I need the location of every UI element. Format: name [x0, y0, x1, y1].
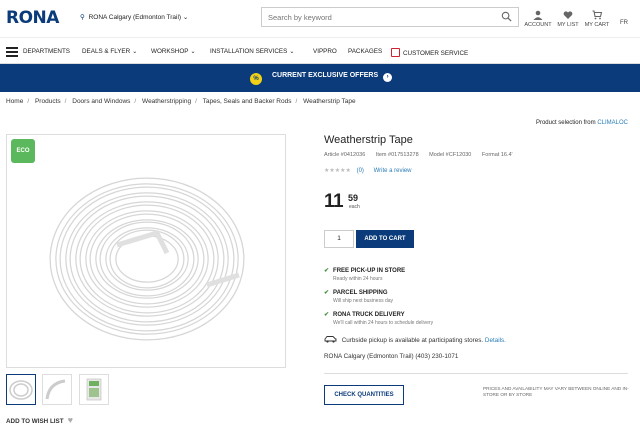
truck-sub: We'll call within 24 hours to schedule d… [333, 320, 434, 326]
my-list-label: MY LIST [557, 22, 579, 28]
nav-installation-label: INSTALLATION SERVICES [210, 48, 288, 55]
customer-service-icon [391, 48, 400, 57]
search-input[interactable] [262, 8, 492, 26]
thumbnail-1[interactable] [6, 374, 36, 405]
shipping-option-pickup: ✔ FREE PICK-UP IN STORE Ready within 24 h… [324, 267, 405, 282]
price-disclaimer: Prices and availability may vary between… [483, 386, 629, 398]
chevron-down-icon: ⌄ [190, 49, 196, 55]
nav-workshop[interactable]: WORKSHOP ⌄ [151, 48, 195, 55]
check-icon: ✔ [324, 268, 330, 274]
quantity-input[interactable]: 1 [324, 230, 354, 248]
product-selection-note: Product selection from CLIMALOC [536, 120, 628, 126]
price: 11 59 each [324, 191, 360, 213]
my-list-button[interactable]: MY LIST [554, 10, 582, 28]
add-to-cart-button[interactable]: ADD TO CART [356, 230, 414, 248]
check-quantities-button[interactable]: CHECK QUANTITIES [324, 385, 404, 405]
thumbnail-2[interactable] [42, 374, 72, 405]
parcel-sub: Will ship next business day [333, 298, 394, 304]
thumbnail-3[interactable] [79, 374, 109, 405]
chevron-down-icon: ⌄ [289, 49, 295, 55]
strip-thumbnail [45, 379, 66, 400]
parcel-title: PARCEL SHIPPING [333, 290, 388, 296]
format-value: Format 16.4' [481, 152, 513, 158]
nav-deals[interactable]: DEALS & FLYER ⌄ [82, 48, 137, 55]
weatherstrip-coil-image [49, 177, 245, 341]
search-box [261, 7, 519, 27]
offers-banner[interactable]: % CURRENT EXCLUSIVE OFFERS › [0, 64, 640, 92]
account-button[interactable]: ACCOUNT [524, 10, 552, 28]
model-number: Model #CF12030 [429, 152, 472, 158]
rating: ★★★★★ (0) Write a review [324, 167, 412, 174]
wish-list-label: ADD TO WISH LIST [6, 418, 64, 425]
my-cart-label: MY CART [584, 22, 610, 28]
nav-deals-label: DEALS & FLYER [82, 48, 131, 55]
offer-tag-icon: % [250, 73, 262, 85]
product-image[interactable]: ECO [6, 134, 286, 368]
location-pin-icon: ⚲ [80, 14, 85, 21]
product-meta: Article #0412036 Item #017513278 Model #… [324, 152, 522, 158]
write-review-link[interactable]: Write a review [374, 168, 412, 174]
check-icon: ✔ [324, 312, 330, 318]
selection-brand-link[interactable]: CLIMALOC [597, 120, 628, 126]
heart-icon [563, 11, 573, 19]
selection-text: Product selection from [535, 120, 596, 126]
top-header: RONA ⚲ RONA Calgary (Edmonton Trail) ⌄ A… [0, 0, 640, 38]
package-thumbnail [86, 378, 102, 401]
breadcrumb-current: Weatherstrip Tape [303, 98, 356, 105]
breadcrumb-products[interactable]: Products [35, 98, 61, 105]
arrow-right-icon: › [383, 73, 393, 82]
coil-thumbnail [9, 380, 33, 400]
product-title: Weatherstrip Tape [324, 134, 413, 146]
car-icon [324, 336, 337, 343]
offers-banner-text: CURRENT EXCLUSIVE OFFERS [271, 72, 379, 79]
user-icon [533, 10, 543, 20]
nav-customer-service[interactable]: CUSTOMER SERVICE [391, 48, 468, 57]
nav-vippro[interactable]: VIPPRO [313, 48, 337, 55]
pickup-title: FREE PICK-UP IN STORE [333, 268, 406, 274]
heart-icon: ♥ [67, 415, 73, 425]
offers-banner-content: % CURRENT EXCLUSIVE OFFERS › [250, 72, 393, 85]
rona-logo[interactable]: RONA [6, 8, 59, 28]
nav-packages[interactable]: PACKAGES [348, 48, 382, 55]
article-number: Article #0412036 [324, 152, 366, 158]
store-info: RONA Calgary (Edmonton Trail) (403) 230-… [324, 353, 459, 360]
account-label: ACCOUNT [524, 22, 552, 28]
chevron-down-icon: ⌄ [132, 49, 138, 55]
divider [324, 373, 628, 374]
check-icon: ✔ [324, 290, 330, 296]
pickup-sub: Ready within 24 hours [333, 276, 383, 282]
chevron-down-icon: ⌄ [182, 14, 189, 21]
price-cents: 59 [348, 193, 359, 203]
curbside-details-link[interactable]: Details. [485, 337, 506, 344]
item-number: Item #017513278 [375, 152, 419, 158]
my-cart-button[interactable]: MY CART [583, 10, 611, 28]
price-unit: each [349, 204, 360, 210]
store-name: RONA Calgary (Edmonton Trail) [88, 14, 182, 21]
language-toggle[interactable]: FR [620, 20, 628, 26]
nav-installation[interactable]: INSTALLATION SERVICES ⌄ [210, 48, 294, 55]
truck-title: RONA TRUCK DELIVERY [333, 312, 405, 318]
store-selector[interactable]: ⚲ RONA Calgary (Edmonton Trail) ⌄ [80, 13, 188, 21]
shipping-option-truck: ✔ RONA TRUCK DELIVERY We'll call within 2… [324, 311, 433, 326]
breadcrumb-doors-windows[interactable]: Doors and Windows [72, 98, 130, 105]
shipping-option-parcel: ✔ PARCEL SHIPPING Will ship next business… [324, 289, 393, 304]
nav-workshop-label: WORKSHOP [151, 48, 189, 55]
breadcrumb-home[interactable]: Home [6, 98, 23, 105]
curbside-text: Curbside pickup is available at particip… [341, 337, 484, 344]
main-nav: DEPARTMENTS DEALS & FLYER ⌄ WORKSHOP ⌄ INS… [0, 38, 640, 64]
curbside-pickup: Curbside pickup is available at particip… [324, 335, 506, 344]
breadcrumb-weatherstripping[interactable]: Weatherstripping [142, 98, 191, 105]
star-rating-icon: ★★★★★ [324, 168, 351, 174]
cart-icon [592, 10, 602, 20]
search-icon[interactable] [501, 11, 512, 22]
nav-departments[interactable]: DEPARTMENTS [23, 48, 70, 55]
add-to-wish-list[interactable]: ADD TO WISH LIST ♥ [6, 415, 73, 425]
menu-icon[interactable] [6, 47, 18, 59]
nav-customer-service-label: CUSTOMER SERVICE [403, 50, 469, 57]
breadcrumb-tapes[interactable]: Tapes, Seals and Backer Rods [203, 98, 292, 105]
price-dollars: 11 [324, 191, 344, 212]
review-count[interactable]: (0) [357, 168, 364, 174]
breadcrumb: Home / Products / Doors and Windows / Weath… [6, 98, 356, 105]
eco-badge: ECO [11, 139, 35, 163]
